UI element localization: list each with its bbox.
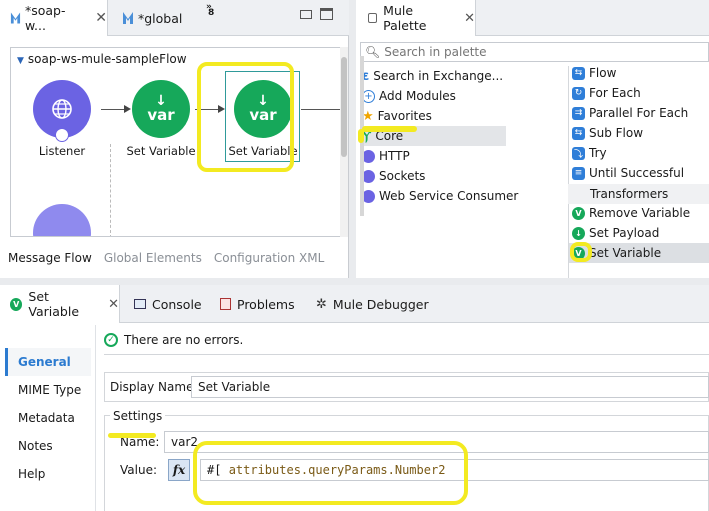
collapse-triangle-icon[interactable]: ▼ — [17, 56, 24, 66]
flow-arrow — [301, 109, 342, 110]
highlight-core-mark — [358, 129, 364, 143]
parallel-icon: ⇉ — [572, 106, 585, 120]
mule-palette: Mule Palette ✕ 🔍︎ ɛ Search in Exchange..… — [356, 0, 709, 278]
tab-set-variable[interactable]: V Set Variable ✕ — [0, 285, 120, 323]
highlight-core — [362, 126, 417, 132]
palette-item-http[interactable]: HTTP — [362, 146, 410, 166]
listener-node[interactable]: Listener — [27, 80, 97, 158]
mule-file-icon — [10, 12, 21, 24]
editor-view-tabs: Message Flow Global Elements Configurati… — [0, 245, 349, 271]
set-variable-node-1[interactable]: ↓ var Set Variable — [123, 80, 199, 158]
node-label: Listener — [38, 144, 86, 158]
highlight-name-label — [108, 433, 156, 438]
status-row: ✓ There are no errors. — [104, 333, 243, 347]
highlight-set-variable-node — [197, 62, 294, 172]
palette-search[interactable]: 🔍︎ — [360, 42, 709, 62]
editor-tab-bar: *soap-w... ✕ *global » 8 — [0, 0, 349, 36]
tab-label: *soap-w... — [24, 3, 66, 33]
problems-icon — [220, 298, 231, 310]
debugger-icon: ✲ — [316, 296, 327, 312]
transformer-icon: ↓ — [572, 226, 585, 240]
overflow-count: 8 — [208, 8, 215, 18]
highlight-value-expression — [193, 441, 468, 505]
sub-flow-icon: ⇆ — [572, 126, 585, 140]
nav-mime-type[interactable]: MIME Type — [5, 376, 91, 404]
nav-notes[interactable]: Notes — [5, 432, 91, 460]
close-icon[interactable]: ✕ — [95, 10, 107, 26]
search-icon: 🔍︎ — [365, 45, 381, 59]
nav-help[interactable]: Help — [5, 460, 91, 488]
tab-overflow-button[interactable]: » 8 — [206, 2, 215, 22]
search-input[interactable] — [384, 45, 705, 59]
for-each-icon: ↻ — [572, 86, 585, 100]
palette-item-remove-variable[interactable]: V Remove Variable — [572, 203, 690, 223]
scroll-thumb[interactable] — [341, 57, 347, 157]
minimize-icon[interactable] — [300, 10, 312, 19]
value-label: Value: — [120, 463, 157, 477]
tab-global[interactable]: *global — [112, 0, 202, 36]
try-icon: ⤵ — [572, 146, 585, 160]
palette-item-for-each[interactable]: ↻ For Each — [572, 83, 641, 103]
tab-soap-ws[interactable]: *soap-w... ✕ — [0, 0, 108, 36]
source-badge-icon — [55, 128, 69, 142]
fx-toggle-button[interactable]: fx — [168, 459, 190, 481]
palette-item-sub-flow[interactable]: ⇆ Sub Flow — [572, 123, 643, 143]
flow-title[interactable]: ▼ soap-ws-mule-sampleFlow — [17, 52, 187, 66]
tab-problems[interactable]: Problems — [220, 285, 295, 323]
globe-icon — [52, 99, 72, 119]
palette-item-try[interactable]: ⤵ Try — [572, 143, 607, 163]
close-icon[interactable]: ✕ — [464, 11, 475, 26]
tab-configuration-xml[interactable]: Configuration XML — [214, 251, 324, 265]
palette-item-favorites[interactable]: ★ Favorites — [362, 106, 432, 126]
settings-legend: Settings — [110, 409, 166, 423]
error-handler-node[interactable] — [33, 204, 91, 236]
palette-item-parallel-for-each[interactable]: ⇉ Parallel For Each — [572, 103, 688, 123]
palette-icon — [368, 13, 378, 23]
display-name-label: Display Name: — [110, 380, 198, 394]
palette-item-search-exchange[interactable]: ɛ Search in Exchange... — [362, 66, 503, 86]
tab-mule-palette[interactable]: Mule Palette ✕ — [356, 0, 476, 36]
tab-global-elements[interactable]: Global Elements — [104, 251, 202, 265]
editor-scrollbar[interactable] — [340, 47, 348, 237]
highlight-palette-set-variable — [570, 242, 592, 262]
properties-tab-bar: V Set Variable ✕ Console Problems ✲ Mule… — [0, 285, 709, 323]
check-icon: ✓ — [104, 333, 118, 347]
nav-general[interactable]: General — [5, 348, 91, 376]
var-icon: ↓ var — [132, 80, 190, 138]
nav-border — [95, 325, 96, 511]
set-variable-icon: V — [10, 297, 23, 311]
display-name-field[interactable]: Set Variable — [191, 376, 709, 398]
palette-item-add-modules[interactable]: + Add Modules — [362, 86, 456, 106]
until-successful-icon: ≡ — [572, 166, 585, 180]
transformer-icon: V — [572, 206, 585, 220]
palette-item-web-service-consumer[interactable]: Web Service Consumer — [362, 186, 518, 206]
flow-separator — [110, 144, 111, 236]
nav-metadata[interactable]: Metadata — [5, 404, 91, 432]
palette-tab-bar: Mule Palette ✕ — [356, 0, 709, 36]
close-icon[interactable]: ✕ — [108, 297, 119, 312]
palette-item-flow[interactable]: ⇆ Flow — [572, 63, 616, 83]
flow-editor: *soap-w... ✕ *global » 8 ▼ soap-ws-mule-s… — [0, 0, 349, 278]
tab-console[interactable]: Console — [134, 285, 202, 323]
tab-message-flow[interactable]: Message Flow — [8, 251, 92, 265]
console-icon — [134, 299, 146, 309]
palette-item-set-payload[interactable]: ↓ Set Payload — [572, 223, 659, 243]
divider — [104, 354, 709, 355]
maximize-icon[interactable] — [320, 8, 333, 20]
palette-item-until-successful[interactable]: ≡ Until Successful — [572, 163, 684, 183]
palette-item-sockets[interactable]: Sockets — [362, 166, 425, 186]
node-label: Set Variable — [126, 144, 196, 158]
tab-mule-debugger[interactable]: ✲ Mule Debugger — [316, 285, 429, 323]
section-transformers: Transformers — [568, 184, 709, 204]
status-text: There are no errors. — [124, 333, 244, 347]
tab-label: *global — [138, 10, 183, 26]
flow-arrow — [101, 109, 125, 110]
flow-icon: ⇆ — [572, 66, 585, 80]
mule-file-icon — [123, 12, 133, 24]
